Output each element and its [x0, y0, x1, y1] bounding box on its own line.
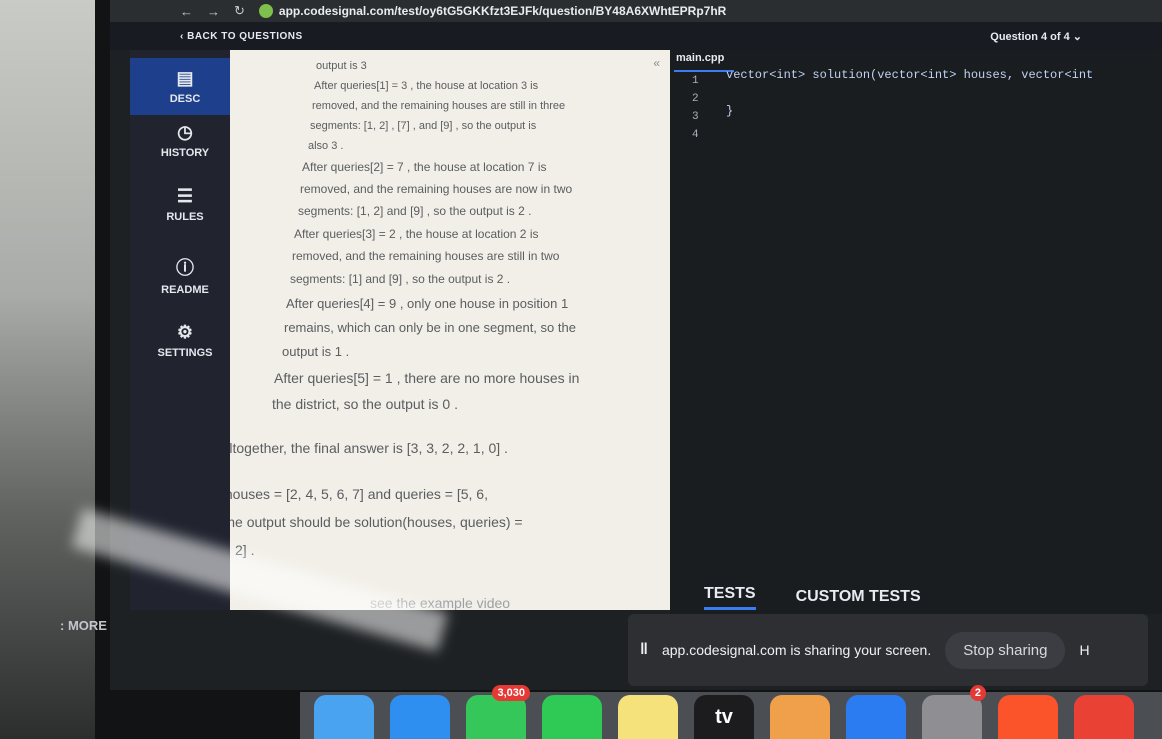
hide-button[interactable]: H — [1079, 642, 1089, 658]
app-store-app-icon[interactable] — [846, 695, 906, 739]
more-menu-button[interactable]: : MORE — [60, 618, 107, 633]
finder-app-icon[interactable] — [314, 695, 374, 739]
browser-screen: ← → ↻ app.codesignal.com/test/oy6tG5GKKf… — [110, 0, 1162, 690]
description-line: After queries[2] = 7 , the house at loca… — [302, 160, 547, 174]
document-icon: ▤ — [176, 68, 194, 88]
facetime-app-icon[interactable] — [542, 695, 602, 739]
code-line-3[interactable]: } — [726, 104, 733, 118]
description-line: After queries[1] = 3 , the house at loca… — [314, 80, 539, 92]
site-icon — [258, 4, 273, 18]
sidebar-item-label: RULES — [166, 211, 204, 223]
example-video-link[interactable]: see the example video — [370, 595, 510, 610]
sidebar-item-settings[interactable]: ⚙ SETTINGS — [130, 322, 240, 359]
example-line: 2] , the output should be solution(house… — [230, 514, 523, 530]
line-number: 1 — [692, 75, 699, 87]
chrome-app-icon[interactable] — [1074, 695, 1134, 739]
back-to-questions-link[interactable]: ‹ BACK TO QUESTIONS — [180, 31, 303, 42]
safari-app-icon[interactable] — [390, 695, 450, 739]
description-line: remains, which can only be in one segmen… — [284, 320, 576, 335]
line-number: 2 — [692, 93, 699, 105]
info-icon: ⓘ — [176, 258, 194, 278]
description-line: After queries[3] = 2 , the house at loca… — [294, 227, 539, 241]
question-topbar: ‹ BACK TO QUESTIONS Question 4 of 4 ⌄ — [110, 22, 1162, 50]
active-tab-indicator — [674, 70, 734, 72]
description-line: After queries[5] = 1 , there are no more… — [274, 370, 580, 386]
list-icon: ☰ — [176, 186, 194, 206]
sidebar-item-rules[interactable]: ☰ RULES — [130, 186, 240, 223]
pause-icon: ‖ — [640, 641, 648, 658]
stop-sharing-button[interactable]: Stop sharing — [945, 631, 1066, 669]
sidebar-item-readme[interactable]: ⓘ README — [130, 254, 240, 296]
apple-tv-app-icon[interactable]: tv — [694, 695, 754, 739]
messages-badge: 3,030 — [492, 685, 530, 701]
share-status-text: app.codesignal.com is sharing your scree… — [661, 642, 932, 658]
sidebar-item-label: README — [161, 284, 209, 296]
line-number: 3 — [692, 111, 699, 123]
example-line: For houses = [2, 4, 5, 6, 7] and queries… — [230, 486, 488, 502]
example-line: [3, 3, 2] . — [230, 542, 255, 558]
description-line: the district, so the output is 0 . — [272, 396, 458, 412]
address-bar[interactable]: app.codesignal.com/test/oy6tG5GKKfzt3EJF… — [258, 4, 727, 18]
line-number: 4 — [692, 129, 699, 141]
sidebar: ▤ DESC ◷ HISTORY ☰ RULES ⓘ README ⚙ SETT… — [130, 50, 240, 610]
description-line: segments: [1] and [9] , so the output is… — [290, 272, 511, 286]
messages-app-icon[interactable]: 3,030 — [466, 685, 530, 739]
description-panel: « output is 3 After queries[1] = 3 , the… — [230, 50, 690, 610]
pages-app-icon[interactable] — [770, 695, 830, 739]
mac-dock: 3,030 tv 2 — [300, 685, 1162, 739]
final-answer-line: Altogether, the final answer is [3, 3, 2… — [230, 440, 508, 456]
sidebar-item-label: SETTINGS — [157, 347, 213, 359]
description-line: segments: [1, 2] , [7] , and [9] , so th… — [310, 120, 537, 132]
url-text: app.codesignal.com/test/oy6tG5GKKfzt3EJF… — [278, 4, 727, 18]
tv-label: tv — [715, 706, 733, 728]
code-line-1[interactable]: vector<int> solution(vector<int> houses,… — [726, 68, 1093, 82]
gear-icon: ⚙ — [176, 322, 194, 342]
sidebar-item-label: DESC — [169, 93, 201, 105]
screen-share-banner: ‖ app.codesignal.com is sharing your scr… — [628, 614, 1148, 686]
tests-tab-bar: TESTS CUSTOM TESTS — [670, 580, 1162, 614]
back-arrow-icon[interactable]: ← — [180, 4, 193, 19]
description-line: After queries[4] = 9 , only one house in… — [286, 296, 569, 311]
settings-badge: 2 — [969, 685, 986, 701]
collapse-panel-icon[interactable]: « — [653, 56, 660, 70]
description-line: output is 3 — [316, 60, 367, 72]
description-line: removed, and the remaining houses are st… — [292, 249, 560, 263]
brave-app-icon[interactable] — [998, 695, 1058, 739]
description-line: also 3 . — [308, 140, 344, 152]
sidebar-item-history[interactable]: ◷ HISTORY — [130, 122, 240, 159]
forward-arrow-icon[interactable]: → — [207, 4, 220, 19]
browser-toolbar: ← → ↻ app.codesignal.com/test/oy6tG5GKKf… — [110, 0, 1162, 22]
description-line: output is 1 . — [282, 344, 350, 359]
clock-icon: ◷ — [177, 122, 193, 142]
sidebar-item-label: HISTORY — [160, 147, 210, 159]
description-line: segments: [1, 2] and [9] , so the output… — [298, 204, 532, 218]
sidebar-item-desc[interactable]: ▤ DESC — [130, 58, 240, 115]
description-line: removed, and the remaining houses are st… — [312, 100, 566, 112]
tab-tests[interactable]: TESTS — [704, 585, 756, 610]
question-selector[interactable]: Question 4 of 4 ⌄ — [990, 30, 1082, 43]
description-line: removed, and the remaining houses are no… — [300, 182, 573, 196]
file-tab-main-cpp[interactable]: main.cpp — [676, 52, 724, 64]
notes-app-icon[interactable] — [618, 695, 678, 739]
system-settings-app-icon[interactable]: 2 — [922, 685, 986, 739]
code-editor[interactable]: main.cpp 1 2 3 4 vector<int> solution(ve… — [670, 50, 1162, 580]
reload-icon[interactable]: ↻ — [234, 3, 245, 19]
line-number-gutter: 1 2 3 4 — [692, 72, 699, 144]
tab-custom-tests[interactable]: CUSTOM TESTS — [796, 588, 921, 606]
